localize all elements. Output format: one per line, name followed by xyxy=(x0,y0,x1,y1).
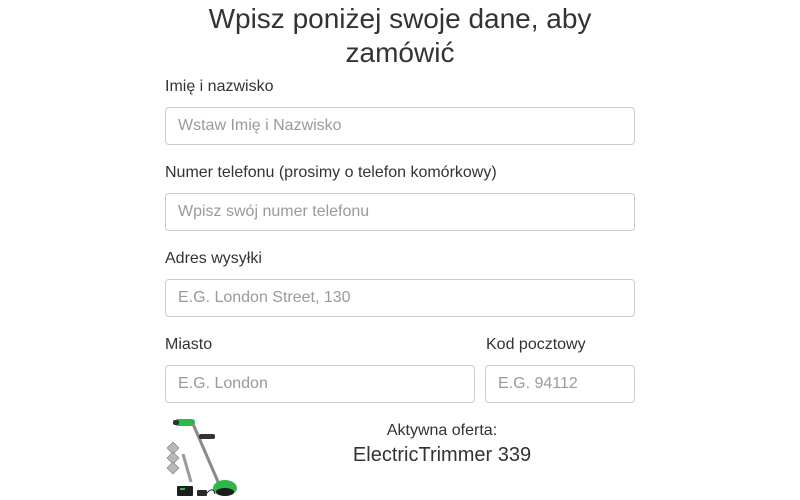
trimmer-product-image xyxy=(163,414,243,500)
active-offer-product-name: ElectricTrimmer 339 xyxy=(352,444,532,466)
form-title: Wpisz poniżej swoje dane, aby zamówić xyxy=(208,3,592,68)
city-input[interactable] xyxy=(165,365,475,403)
name-label: Imię i nazwisko xyxy=(165,78,274,95)
address-label: Adres wysyłki xyxy=(165,250,262,267)
postcode-input[interactable] xyxy=(485,365,635,403)
postcode-label: Kod pocztowy xyxy=(486,336,586,353)
phone-input[interactable] xyxy=(165,193,635,231)
active-offer-label: Aktywna oferta: xyxy=(386,422,498,439)
phone-label: Numer telefonu (prosimy o telefon komórk… xyxy=(165,164,497,181)
name-input[interactable] xyxy=(165,107,635,145)
order-form-page: Wpisz poniżej swoje dane, aby zamówić Im… xyxy=(0,0,800,500)
address-input[interactable] xyxy=(165,279,635,317)
city-label: Miasto xyxy=(165,336,213,353)
